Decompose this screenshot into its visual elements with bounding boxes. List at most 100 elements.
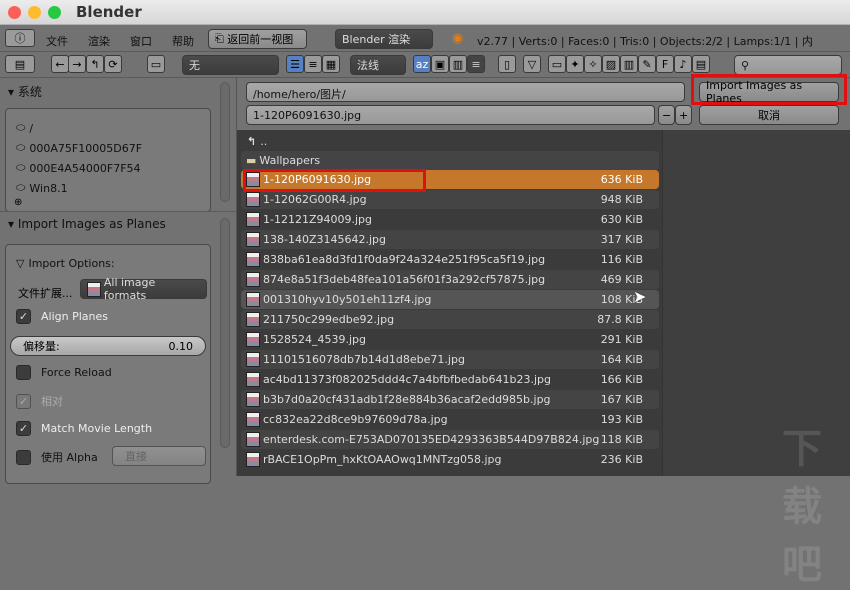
- operator-scrollbar[interactable]: [220, 218, 230, 448]
- hide-dot-files-icon[interactable]: ▯: [498, 55, 516, 73]
- ext-label: 文件扩展...: [18, 287, 73, 300]
- filter-image-icon[interactable]: ▨: [602, 55, 620, 73]
- drive-label: 000A75F10005D67F: [29, 141, 143, 155]
- plus-icon: +: [679, 108, 689, 122]
- file-item[interactable]: b3b7d0a20cf431adb1f28e884b36acaf2edd985b…: [241, 390, 659, 409]
- operator-panel-header[interactable]: ▾ Import Images as Planes: [8, 217, 166, 231]
- folder-item[interactable]: ▬ Wallpapers: [241, 151, 659, 170]
- title-bar: Blender: [0, 0, 850, 25]
- file-item[interactable]: 001310hyv10y501eh11zf4.jpg 108 KiB: [241, 290, 659, 309]
- image-file-icon: [246, 272, 260, 287]
- new-folder-icon[interactable]: ▭: [147, 55, 165, 73]
- filter-sound-icon[interactable]: ♪: [674, 55, 692, 73]
- filter-script-icon[interactable]: ✎: [638, 55, 656, 73]
- file-item[interactable]: 1-12121Z94009.jpg 630 KiB: [241, 210, 659, 229]
- highlight-selected-file: [243, 169, 426, 192]
- image-file-icon: [246, 432, 260, 447]
- image-file-icon: [246, 452, 260, 467]
- alpha-mode-select[interactable]: 直接: [112, 446, 206, 466]
- minimize-window-button[interactable]: [28, 6, 41, 19]
- filter-blend-icon[interactable]: ✦: [566, 55, 584, 73]
- align-planes-checkbox[interactable]: ✓ Align Planes: [16, 309, 108, 324]
- display-thumbnails-icon[interactable]: ▦: [322, 55, 340, 73]
- drive-item[interactable]: ⬭ 000E4A54000F7F54: [16, 161, 141, 175]
- system-drives-list: ⬭ / ⬭ 000A75F10005D67F ⬭ 000E4A54000F7F54 ⬭…: [5, 108, 211, 212]
- system-panel-header[interactable]: ▾ 系统: [8, 83, 42, 100]
- drive-icon: ⬭: [16, 161, 26, 174]
- back-to-previous-button[interactable]: ⎗ 返回前一视图: [208, 29, 307, 49]
- close-window-button[interactable]: [8, 6, 21, 19]
- render-engine-select[interactable]: Blender 渲染: [335, 29, 433, 49]
- filter-text-icon[interactable]: ▤: [692, 55, 710, 73]
- maximize-window-button[interactable]: [48, 6, 61, 19]
- file-item[interactable]: cc832ea22d8ce9b97609d78a.jpg 193 KiB: [241, 410, 659, 429]
- file-name: b3b7d0a20cf431adb1f28e884b36acaf2edd985b…: [263, 393, 551, 406]
- file-item[interactable]: 138-140Z3145642.jpg 317 KiB: [241, 230, 659, 249]
- file-extension-select[interactable]: All image formats: [80, 276, 207, 302]
- ext-value: All image formats: [103, 276, 156, 302]
- file-item[interactable]: 211750c299edbe92.jpg 87.8 KiB: [241, 310, 659, 329]
- menu-file[interactable]: 文件: [46, 33, 68, 49]
- file-item[interactable]: 1-12062G00R4.jpg 948 KiB: [241, 190, 659, 209]
- file-name: cc832ea22d8ce9b97609d78a.jpg: [263, 413, 448, 426]
- filter-movie-icon[interactable]: ▥: [620, 55, 638, 73]
- drive-item[interactable]: ⬭ /: [16, 121, 33, 135]
- filter-icon[interactable]: ▽: [523, 55, 541, 73]
- filter-folder-icon[interactable]: ▭: [548, 55, 566, 73]
- use-alpha-checkbox[interactable]: 使用 Alpha: [16, 449, 98, 465]
- editor-type-info-icon[interactable]: ⓘ: [5, 29, 35, 47]
- force-reload-checkbox[interactable]: Force Reload: [16, 365, 112, 380]
- file-item[interactable]: 11101516078db7b14d1d8ebe71.jpg 164 KiB: [241, 350, 659, 369]
- increment-filename-button[interactable]: +: [675, 105, 692, 125]
- file-size: 317 KiB: [600, 233, 643, 246]
- image-file-icon: [246, 332, 260, 347]
- display-long-list-icon[interactable]: ≡: [304, 55, 322, 73]
- parent-directory-item[interactable]: ↰..: [241, 132, 659, 151]
- match-movie-length-checkbox[interactable]: ✓ Match Movie Length: [16, 421, 152, 436]
- folder-label: Wallpapers: [259, 154, 321, 167]
- menu-window[interactable]: 窗口: [130, 33, 152, 49]
- sort-size-icon[interactable]: ≡: [467, 55, 485, 73]
- system-scrollbar[interactable]: [220, 82, 230, 202]
- file-item[interactable]: 1528524_4539.jpg 291 KiB: [241, 330, 659, 349]
- file-item[interactable]: 874e8a51f3deb48fea101a56f01f3a292cf57875…: [241, 270, 659, 289]
- offset-slider[interactable]: 偏移量: 0.10: [10, 336, 206, 356]
- recursion-select[interactable]: 无: [182, 55, 279, 75]
- drive-label: /: [29, 121, 34, 135]
- filter-font-icon[interactable]: F: [656, 55, 674, 73]
- decrement-filename-button[interactable]: −: [658, 105, 675, 125]
- relative-label: 相对: [41, 395, 63, 408]
- filename-input[interactable]: 1-120P6091630.jpg: [246, 105, 655, 125]
- sort-alpha-icon[interactable]: az: [413, 55, 431, 73]
- drive-item[interactable]: ⬭ 000A75F10005D67F: [16, 141, 142, 155]
- editor-type-filebrowser-icon[interactable]: ▤: [5, 55, 35, 73]
- watermark-logo: 下载吧: [782, 426, 822, 588]
- drive-item[interactable]: ⬭ Win8.1: [16, 181, 68, 195]
- menu-render[interactable]: 渲染: [88, 33, 110, 49]
- back-arrow-icon[interactable]: ←: [51, 55, 69, 73]
- back-icon: ⎗: [215, 32, 228, 45]
- file-item[interactable]: enterdesk.com-E753AD070135ED4293363B544D…: [241, 430, 659, 449]
- parent-dir-icon[interactable]: ↰: [86, 55, 104, 73]
- display-size-select[interactable]: 法线: [350, 55, 406, 75]
- menu-help[interactable]: 帮助: [172, 33, 194, 49]
- refresh-icon[interactable]: ⟳: [104, 55, 122, 73]
- relative-checkbox[interactable]: ✓ 相对: [16, 393, 63, 409]
- sort-extension-icon[interactable]: ▣: [431, 55, 449, 73]
- search-input[interactable]: ⚲: [734, 55, 842, 75]
- filter-backup-icon[interactable]: ✧: [584, 55, 602, 73]
- system-title: 系统: [17, 85, 42, 99]
- display-short-list-icon[interactable]: ☰: [286, 55, 304, 73]
- add-bookmark-icon[interactable]: ⊕: [14, 197, 22, 208]
- file-item[interactable]: 838ba61ea8d3fd1f0da9f24a324e251f95ca5f19…: [241, 250, 659, 269]
- file-item[interactable]: ac4bd11373f082025ddd4c7a4bfbfbedab641b23…: [241, 370, 659, 389]
- file-name: 1-12062G00R4.jpg: [263, 193, 367, 206]
- sort-date-icon[interactable]: ▥: [449, 55, 467, 73]
- use-alpha-label: 使用 Alpha: [41, 451, 98, 464]
- cancel-button[interactable]: 取消: [699, 105, 839, 125]
- directory-path-input[interactable]: /home/hero/图片/: [246, 82, 685, 102]
- file-item[interactable]: rBACE1OpPm_hxKtOAAOwq1MNTzg058.jpg 236 Ki…: [241, 450, 659, 469]
- forward-arrow-icon[interactable]: →: [68, 55, 86, 73]
- file-name: 211750c299edbe92.jpg: [263, 313, 395, 326]
- operator-title: Import Images as Planes: [17, 217, 166, 231]
